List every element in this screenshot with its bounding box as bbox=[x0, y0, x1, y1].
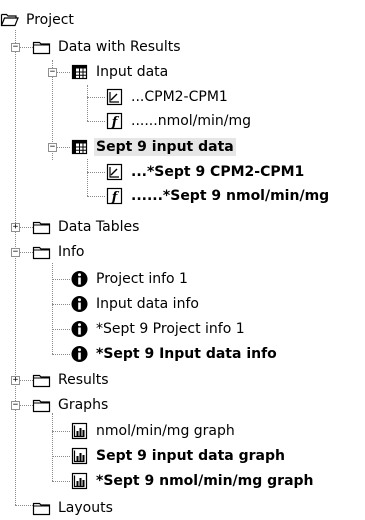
tree-item-label: *Sept 9 Project info 1 bbox=[96, 321, 245, 337]
tree-line bbox=[52, 329, 70, 330]
tree-line bbox=[87, 97, 105, 98]
xy-chart-icon bbox=[106, 163, 123, 181]
collapse-info-toggle[interactable]: − bbox=[11, 248, 20, 257]
project-navigator-tree: − − − + − + − Project Data with Results … bbox=[0, 0, 365, 516]
info-icon bbox=[71, 271, 88, 287]
tree-line bbox=[15, 30, 16, 505]
tree-item-layouts[interactable]: Layouts bbox=[32, 496, 115, 520]
tree-item-nmol-min-mg-graph[interactable]: nmol/min/mg graph bbox=[70, 419, 237, 443]
graph-icon bbox=[71, 472, 88, 490]
tree-item-label: ......nmol/min/mg bbox=[131, 113, 252, 129]
tree-item-sept9-input-data-graph[interactable]: Sept 9 input data graph bbox=[70, 444, 287, 468]
folder-icon bbox=[32, 374, 51, 388]
tree-line bbox=[52, 279, 70, 280]
tree-line bbox=[52, 431, 70, 432]
tree-item-label: nmol/min/mg graph bbox=[96, 423, 235, 439]
collapse-data-with-results-toggle[interactable]: − bbox=[11, 43, 20, 52]
tree-item-data-tables[interactable]: Data Tables bbox=[32, 215, 141, 239]
folder-icon bbox=[32, 221, 51, 235]
expand-data-tables-toggle[interactable]: + bbox=[11, 223, 20, 232]
tree-item-label: ...*Sept 9 CPM2-CPM1 bbox=[131, 164, 305, 180]
folder-icon bbox=[32, 399, 51, 413]
collapse-input-data-toggle[interactable]: − bbox=[48, 68, 57, 77]
tree-item-sept9-nmol-min-mg-graph[interactable]: *Sept 9 nmol/min/mg graph bbox=[70, 469, 316, 493]
tree-item-sept9-nmol-min-mg[interactable]: f ......*Sept 9 nmol/min/mg bbox=[105, 184, 331, 208]
info-icon bbox=[71, 296, 88, 312]
tree-item-label: Input data bbox=[96, 64, 169, 80]
collapse-sept9-input-data-toggle[interactable]: − bbox=[48, 143, 57, 152]
graph-icon bbox=[71, 422, 88, 440]
tree-item-results[interactable]: Results bbox=[32, 368, 111, 392]
tree-item-label: Results bbox=[58, 372, 109, 388]
tree-item-info[interactable]: Info bbox=[32, 240, 87, 264]
expand-results-toggle[interactable]: + bbox=[11, 376, 20, 385]
tree-item-label: Project info 1 bbox=[96, 271, 188, 287]
tree-line bbox=[87, 85, 88, 121]
tree-item-label: Sept 9 input data bbox=[94, 138, 236, 156]
tree-line bbox=[87, 159, 88, 196]
tree-line bbox=[52, 304, 70, 305]
tree-item-nmol-min-mg[interactable]: f ......nmol/min/mg bbox=[105, 109, 253, 133]
function-icon: f bbox=[106, 112, 123, 130]
data-table-icon bbox=[71, 139, 88, 155]
tree-item-sept9-cpm2-cpm1[interactable]: ...*Sept 9 CPM2-CPM1 bbox=[105, 160, 306, 184]
folder-icon bbox=[32, 246, 51, 260]
folder-open-icon bbox=[0, 13, 19, 27]
tree-line bbox=[87, 121, 105, 122]
tree-item-label: *Sept 9 Input data info bbox=[96, 346, 277, 362]
collapse-graphs-toggle[interactable]: − bbox=[11, 401, 20, 410]
tree-item-label: Input data info bbox=[96, 296, 199, 312]
tree-item-label: ...CPM2-CPM1 bbox=[131, 89, 228, 105]
tree-line bbox=[52, 413, 53, 481]
tree-item-label: *Sept 9 nmol/min/mg graph bbox=[96, 473, 314, 489]
function-icon: f bbox=[106, 187, 123, 205]
tree-item-label: Project bbox=[26, 12, 74, 28]
tree-item-label: ......*Sept 9 nmol/min/mg bbox=[131, 188, 330, 204]
tree-line bbox=[52, 481, 70, 482]
tree-item-project-info-1[interactable]: Project info 1 bbox=[70, 267, 190, 291]
tree-line bbox=[87, 196, 105, 197]
tree-item-project[interactable]: Project bbox=[0, 8, 76, 32]
tree-item-graphs[interactable]: Graphs bbox=[32, 393, 110, 417]
tree-item-label: Data with Results bbox=[58, 39, 181, 55]
tree-item-label: Data Tables bbox=[58, 219, 140, 235]
tree-item-input-data-info[interactable]: Input data info bbox=[70, 292, 201, 316]
tree-line bbox=[52, 456, 70, 457]
tree-item-cpm2-cpm1[interactable]: ...CPM2-CPM1 bbox=[105, 85, 230, 109]
tree-item-label: Info bbox=[58, 244, 85, 260]
folder-icon bbox=[32, 502, 51, 516]
info-icon bbox=[71, 321, 88, 337]
tree-line bbox=[15, 505, 33, 506]
tree-line bbox=[52, 263, 53, 354]
tree-item-sept9-project-info-1[interactable]: *Sept 9 Project info 1 bbox=[70, 317, 247, 341]
tree-line bbox=[87, 172, 105, 173]
tree-item-data-with-results[interactable]: Data with Results bbox=[32, 35, 183, 59]
tree-line bbox=[52, 354, 70, 355]
tree-item-input-data[interactable]: Input data bbox=[70, 60, 170, 84]
graph-icon bbox=[71, 447, 88, 465]
tree-item-label: Graphs bbox=[58, 397, 109, 413]
tree-item-sept9-input-data[interactable]: Sept 9 input data bbox=[70, 135, 236, 159]
data-table-icon bbox=[71, 64, 88, 80]
xy-chart-icon bbox=[106, 88, 123, 106]
tree-item-label: Layouts bbox=[58, 500, 113, 516]
folder-icon bbox=[32, 41, 51, 55]
tree-item-sept9-input-data-info[interactable]: *Sept 9 Input data info bbox=[70, 342, 279, 366]
info-icon bbox=[71, 346, 88, 362]
tree-item-label: Sept 9 input data graph bbox=[96, 448, 285, 464]
